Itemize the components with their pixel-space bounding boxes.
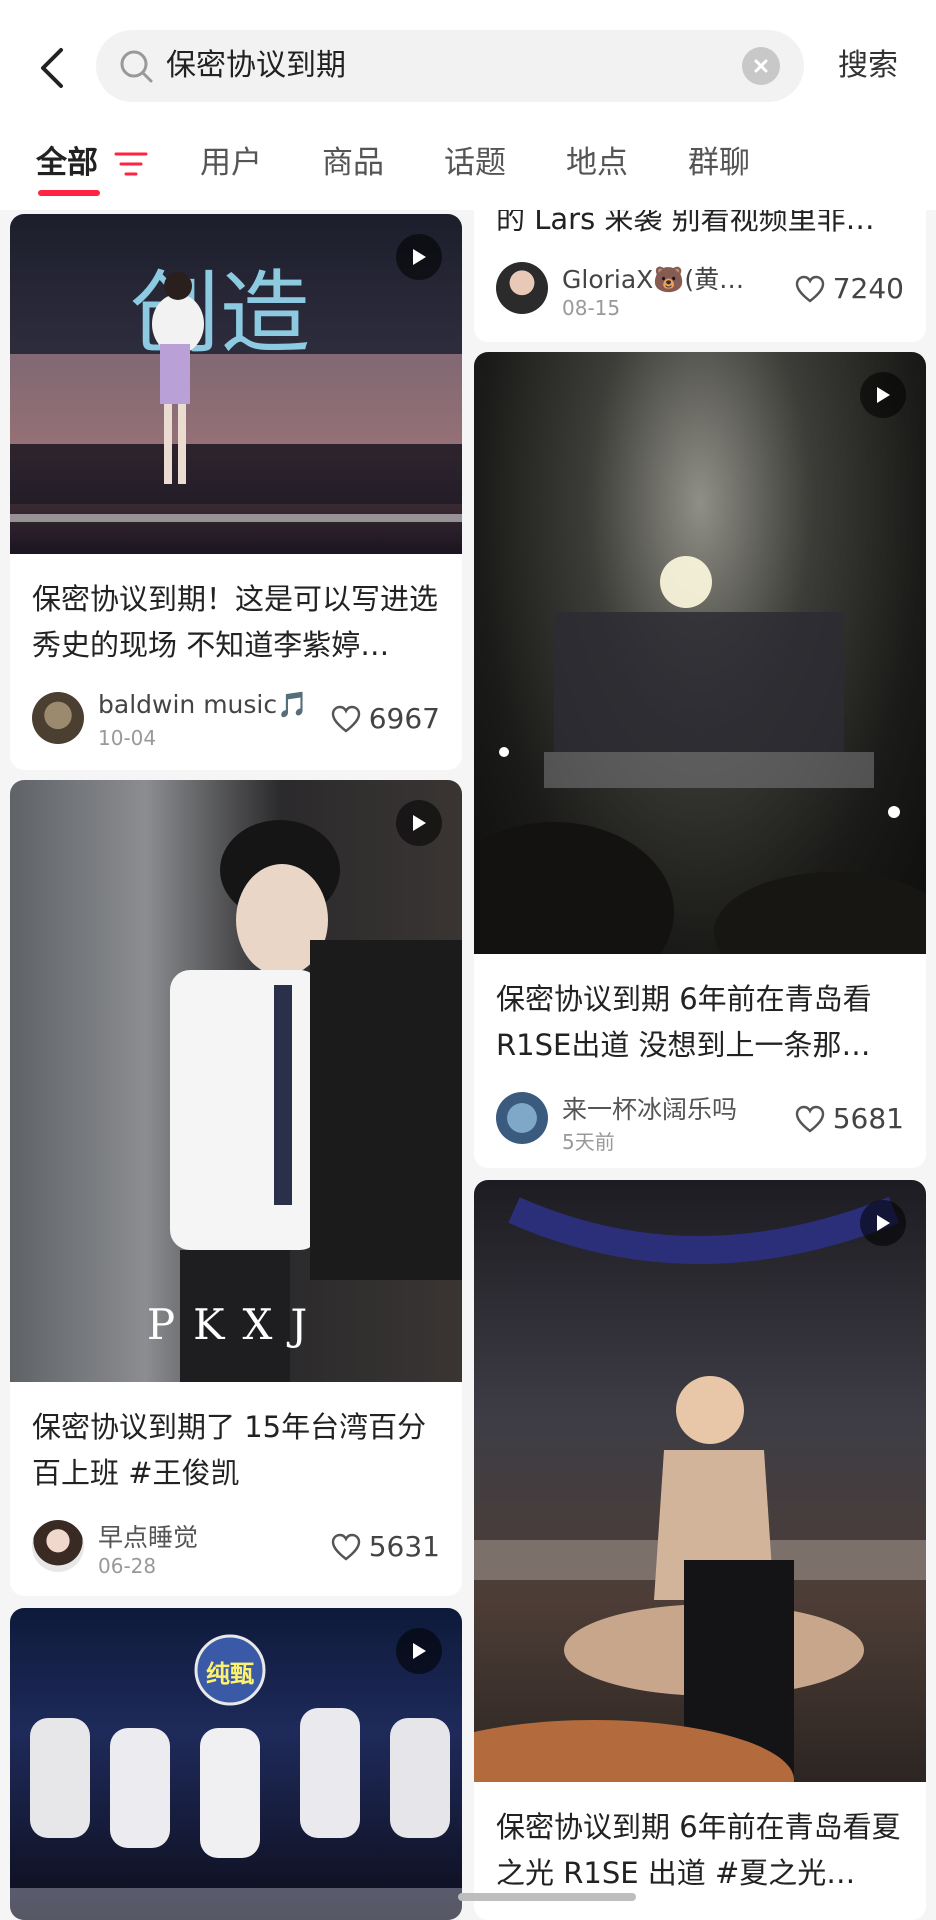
play-icon	[396, 1628, 442, 1674]
video-thumbnail[interactable]	[474, 352, 926, 954]
video-thumbnail[interactable]	[474, 1180, 926, 1782]
tab-topics[interactable]: 话题	[444, 130, 506, 196]
author-name[interactable]: 早点睡觉	[98, 1518, 198, 1554]
like-count: 7240	[832, 272, 904, 305]
play-icon	[396, 234, 442, 280]
video-thumbnail[interactable]: 创造	[10, 214, 462, 554]
avatar[interactable]	[32, 1520, 84, 1572]
play-icon	[860, 372, 906, 418]
feed-card[interactable]: 保密协议到期 6年前在青岛看夏之光 R1SE 出道 #夏之光…	[474, 1180, 926, 1920]
tab-group-chats[interactable]: 群聊	[688, 130, 750, 196]
feed-card[interactable]: 保密协议到期 6年前在青岛看R1SE出道 没想到上一条那… 来一杯冰阔乐吗 5天…	[474, 352, 926, 1168]
avatar[interactable]	[496, 1092, 548, 1144]
stage-scene-image: 创造	[10, 261, 462, 522]
tab-products[interactable]: 商品	[322, 130, 384, 196]
avatar[interactable]	[496, 262, 548, 314]
tab-users[interactable]: 用户	[200, 130, 262, 196]
like-count: 5631	[368, 1530, 440, 1563]
feed-card[interactable]: 纯甄	[10, 1608, 462, 1920]
heart-icon	[795, 275, 824, 303]
active-tab-indicator	[38, 190, 100, 196]
author-name[interactable]: baldwin music🎵	[98, 690, 308, 720]
like-button[interactable]: 7240	[795, 272, 904, 305]
card-title: 保密协议到期了 15年台湾百分百上班 #王俊凯	[32, 1410, 427, 1490]
like-button[interactable]: 6967	[331, 702, 440, 735]
author-name[interactable]: GloriaX🐻(黄…	[562, 260, 742, 296]
chevron-left-icon	[41, 48, 63, 88]
play-icon	[860, 1200, 906, 1246]
like-button[interactable]: 5681	[795, 1102, 904, 1135]
filter-icon[interactable]	[114, 150, 148, 178]
post-date: 5天前	[562, 1130, 615, 1154]
backstage-image	[170, 820, 462, 1382]
card-title: 保密协议到期 6年前在青岛看夏之光 R1SE 出道 #夏之光…	[496, 1810, 901, 1890]
search-query: 保密协议到期	[166, 48, 346, 83]
heart-icon	[795, 1105, 824, 1133]
scroll-indicator[interactable]	[458, 1893, 636, 1901]
search-results-page: 保密协议到期 搜索 全部 用户 商品 话题 地点 群聊 的 Lars 来袭 别看…	[0, 0, 936, 1920]
post-date: 10-04	[98, 726, 157, 750]
close-icon	[754, 59, 768, 73]
tab-locations[interactable]: 地点	[566, 130, 628, 196]
video-thumbnail[interactable]: PKXJ	[10, 780, 462, 1382]
video-thumbnail[interactable]: 纯甄	[10, 1608, 462, 1920]
tab-bar: 全部 用户 商品 话题 地点 群聊	[0, 130, 936, 210]
feed-card[interactable]: 创造 保密协议到期！这是可以写进选秀史的现场 不知道李紫婷… baldwin m…	[10, 214, 462, 770]
like-count: 6967	[368, 702, 440, 735]
post-date: 08-15	[562, 296, 621, 320]
like-button[interactable]: 5631	[331, 1530, 440, 1563]
tab-all[interactable]: 全部	[36, 130, 98, 196]
concert-stage-image	[474, 556, 926, 954]
post-date: 06-28	[98, 1554, 157, 1578]
heart-icon	[331, 1533, 360, 1561]
search-icon	[120, 50, 153, 83]
heart-icon	[331, 705, 360, 733]
performer-seated-image	[474, 1196, 926, 1782]
play-icon	[396, 800, 442, 846]
card-title: 保密协议到期！这是可以写进选秀史的现场 不知道李紫婷…	[32, 582, 439, 662]
avatar[interactable]	[32, 692, 84, 744]
video-watermark: PKXJ	[146, 1300, 326, 1349]
like-count: 5681	[832, 1102, 904, 1135]
author-name[interactable]: 来一杯冰阔乐吗	[562, 1090, 737, 1126]
back-button[interactable]	[28, 40, 76, 96]
search-button[interactable]: 搜索	[838, 30, 898, 102]
feed-card[interactable]: PKXJ 保密协议到期了 15年台湾百分百上班 #王俊凯 早点睡觉 06-28 …	[10, 780, 462, 1596]
search-input[interactable]: 保密协议到期	[96, 30, 804, 102]
clear-search-button[interactable]	[742, 47, 780, 85]
card-title: 保密协议到期 6年前在青岛看R1SE出道 没想到上一条那…	[496, 982, 872, 1062]
header: 保密协议到期 搜索 全部 用户 商品 话题 地点 群聊	[0, 0, 936, 210]
overlay-sign-text: 纯甄	[206, 1660, 254, 1688]
